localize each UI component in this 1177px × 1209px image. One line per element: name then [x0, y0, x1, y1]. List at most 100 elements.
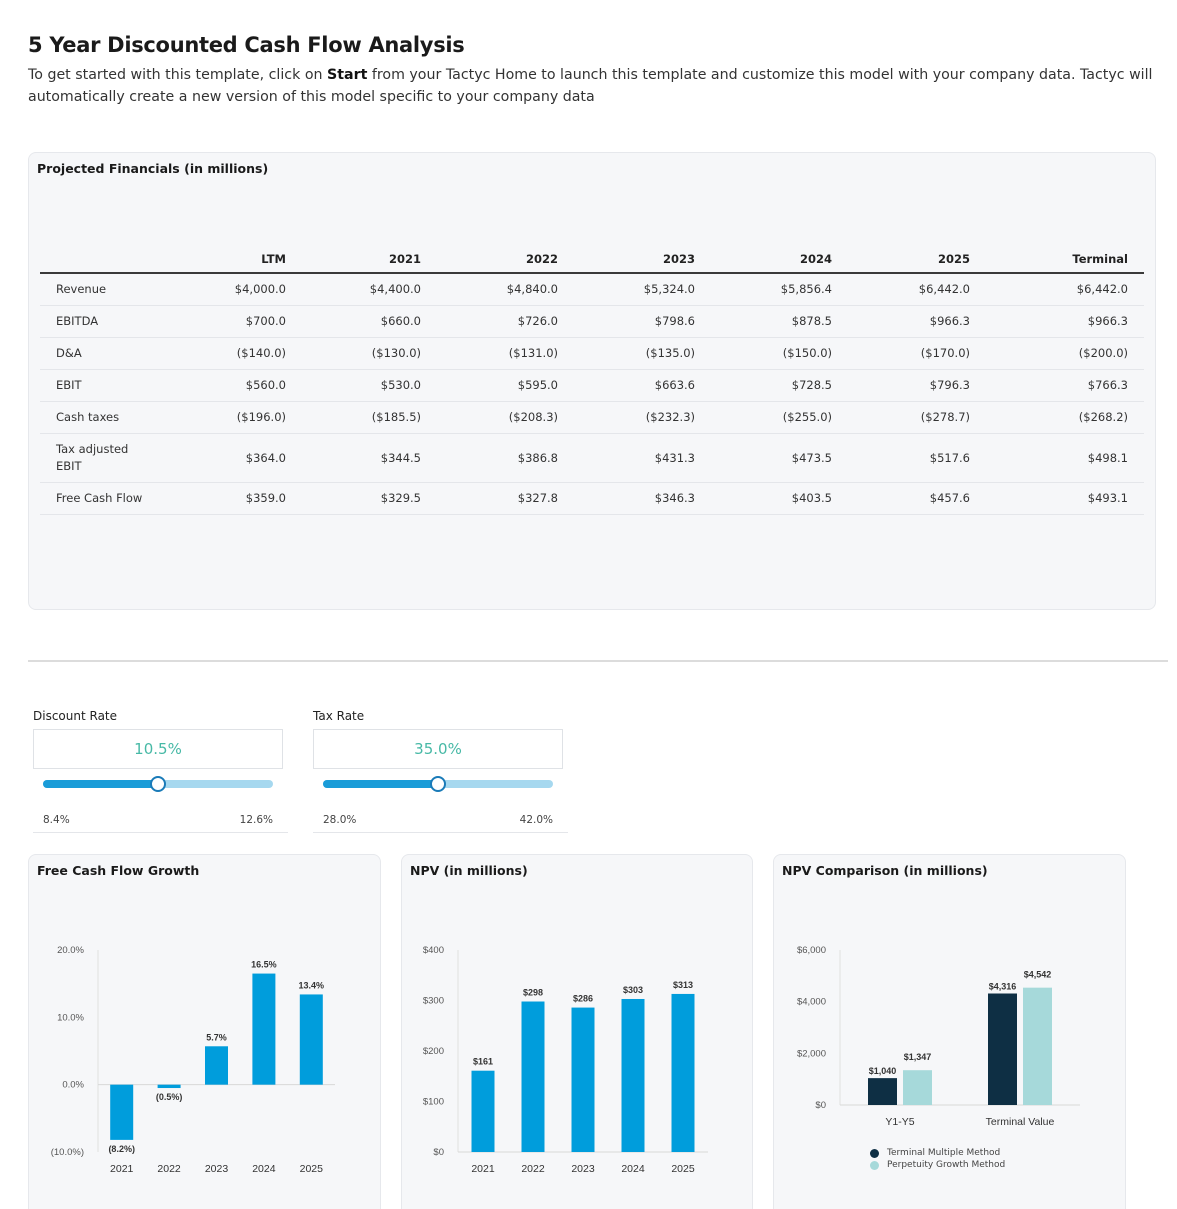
table-cell: $473.5	[711, 433, 848, 483]
x-tick-label: 2021	[110, 1163, 134, 1175]
tax-rate-control: Tax Rate 35.0% 28.0% 42.0%	[313, 709, 568, 833]
page-title: 5 Year Discounted Cash Flow Analysis	[28, 33, 465, 57]
bar	[521, 1001, 545, 1152]
npv-comparison-card: NPV Comparison (in millions) $0 $2,000 $4,…	[773, 854, 1126, 1209]
data-label: $303	[623, 985, 643, 995]
tax-rate-label: Tax Rate	[313, 709, 365, 723]
table-cell: $5,856.4	[711, 273, 848, 306]
discount-rate-slider[interactable]	[43, 776, 273, 792]
table-cell: $498.1	[986, 433, 1144, 483]
x-tick-label: Y1-Y5	[885, 1116, 914, 1128]
data-label: $313	[673, 980, 693, 990]
discount-rate-max: 12.6%	[239, 814, 273, 826]
data-label: $161	[473, 1057, 493, 1067]
legend-dot-light	[870, 1160, 879, 1170]
bar	[471, 1070, 495, 1152]
data-label: (8.2%)	[108, 1144, 135, 1154]
table-cell: $766.3	[986, 369, 1144, 402]
bar	[571, 1007, 595, 1152]
tax-rate-slider[interactable]	[323, 776, 553, 792]
table-cell: ($130.0)	[302, 337, 437, 370]
bar	[1023, 987, 1052, 1105]
x-tick-label: 2025	[300, 1163, 324, 1175]
data-label: 16.5%	[251, 960, 277, 970]
y-tick-label: (10.0%)	[51, 1147, 84, 1158]
discount-rate-min: 8.4%	[43, 814, 70, 826]
y-tick-label: 20.0%	[57, 945, 84, 956]
table-header-empty	[40, 245, 200, 274]
npv-comparison-legend: Terminal Multiple Method Perpetuity Grow…	[870, 1147, 1005, 1171]
bar	[299, 994, 323, 1085]
fcf-growth-chart: (10.0%) 0.0% 10.0% 20.0% (8.2%) 2021 (0.5%) 202…	[51, 945, 335, 1175]
row-label: EBIT	[40, 369, 200, 402]
table-cell: $403.5	[711, 482, 848, 515]
bar	[868, 1078, 897, 1105]
table-row: Cash taxes ($196.0) ($185.5) ($208.3) ($232.…	[40, 401, 1144, 434]
bar	[205, 1046, 228, 1085]
table-cell: $700.0	[200, 305, 302, 338]
table-cell: ($232.3)	[574, 401, 711, 434]
x-tick-label: 2022	[157, 1163, 181, 1175]
table-cell: $966.3	[848, 305, 986, 338]
table-cell: ($170.0)	[848, 337, 986, 370]
y-tick-label: $0	[433, 1147, 444, 1158]
data-label: (0.5%)	[156, 1092, 183, 1102]
legend-item: Terminal Multiple Method	[870, 1147, 1005, 1159]
x-tick-label: 2021	[471, 1163, 495, 1175]
table-cell: $359.0	[200, 482, 302, 515]
row-label-line: Tax adjusted	[56, 441, 129, 456]
data-label: $1,040	[869, 1066, 897, 1076]
data-label: $1,347	[904, 1052, 932, 1062]
y-tick-label: $100	[423, 1097, 444, 1108]
x-tick-label: Terminal Value	[986, 1116, 1055, 1128]
projected-financials-title: Projected Financials (in millions)	[37, 161, 269, 176]
table-cell: $4,840.0	[437, 273, 574, 306]
table-cell: $4,000.0	[200, 273, 302, 306]
table-cell: ($196.0)	[200, 401, 302, 434]
tax-rate-slider-fill	[323, 780, 438, 788]
column-header: 2025	[848, 245, 986, 274]
table-cell: $660.0	[302, 305, 437, 338]
column-header: 2023	[574, 245, 711, 274]
column-header: LTM	[200, 245, 302, 274]
table-cell: $6,442.0	[848, 273, 986, 306]
table-cell: ($268.2)	[986, 401, 1144, 434]
table-row: D&A ($140.0) ($130.0) ($131.0) ($135.0) ($150…	[40, 337, 1144, 370]
data-label: 13.4%	[299, 980, 325, 990]
legend-dot-dark	[870, 1148, 879, 1158]
table-cell: $327.8	[437, 482, 574, 515]
table-header-row: LTM 2021 2022 2023 2024 2025 Terminal	[40, 245, 1144, 274]
bar	[157, 1084, 181, 1089]
npv-chart: $0 $100 $200 $300 $400 $161 2021 $298 2022 $286 20…	[423, 945, 708, 1175]
x-tick-label: 2022	[521, 1163, 545, 1175]
bar	[671, 993, 695, 1152]
tax-rate-input[interactable]: 35.0%	[313, 729, 563, 769]
table-cell: ($135.0)	[574, 337, 711, 370]
table-cell: $5,324.0	[574, 273, 711, 306]
table-cell: $386.8	[437, 433, 574, 483]
table-cell: $346.3	[574, 482, 711, 515]
table-cell: $517.6	[848, 433, 986, 483]
data-label: $4,542	[1024, 970, 1052, 980]
x-tick-label: 2023	[571, 1163, 595, 1175]
table-cell: ($150.0)	[711, 337, 848, 370]
table-cell: $431.3	[574, 433, 711, 483]
x-tick-label: 2024	[621, 1163, 645, 1175]
table-cell: ($208.3)	[437, 401, 574, 434]
data-label: $286	[573, 994, 593, 1004]
y-tick-label: $200	[423, 1046, 444, 1057]
row-label: Tax adjusted EBIT	[40, 433, 200, 483]
bar	[988, 993, 1017, 1105]
section-divider	[28, 660, 1168, 662]
discount-rate-slider-fill	[43, 780, 158, 788]
tax-rate-slider-handle[interactable]	[430, 776, 446, 792]
discount-rate-control: Discount Rate 10.5% 8.4% 12.6%	[33, 709, 288, 833]
table-cell: $329.5	[302, 482, 437, 515]
discount-rate-slider-handle[interactable]	[150, 776, 166, 792]
legend-label: Terminal Multiple Method	[887, 1148, 1001, 1158]
discount-rate-input[interactable]: 10.5%	[33, 729, 283, 769]
tax-rate-range: 28.0% 42.0%	[313, 814, 568, 833]
x-tick-label: 2024	[252, 1163, 276, 1175]
y-tick-label: $6,000	[797, 945, 826, 956]
description-start-emphasis: Start	[327, 67, 368, 83]
